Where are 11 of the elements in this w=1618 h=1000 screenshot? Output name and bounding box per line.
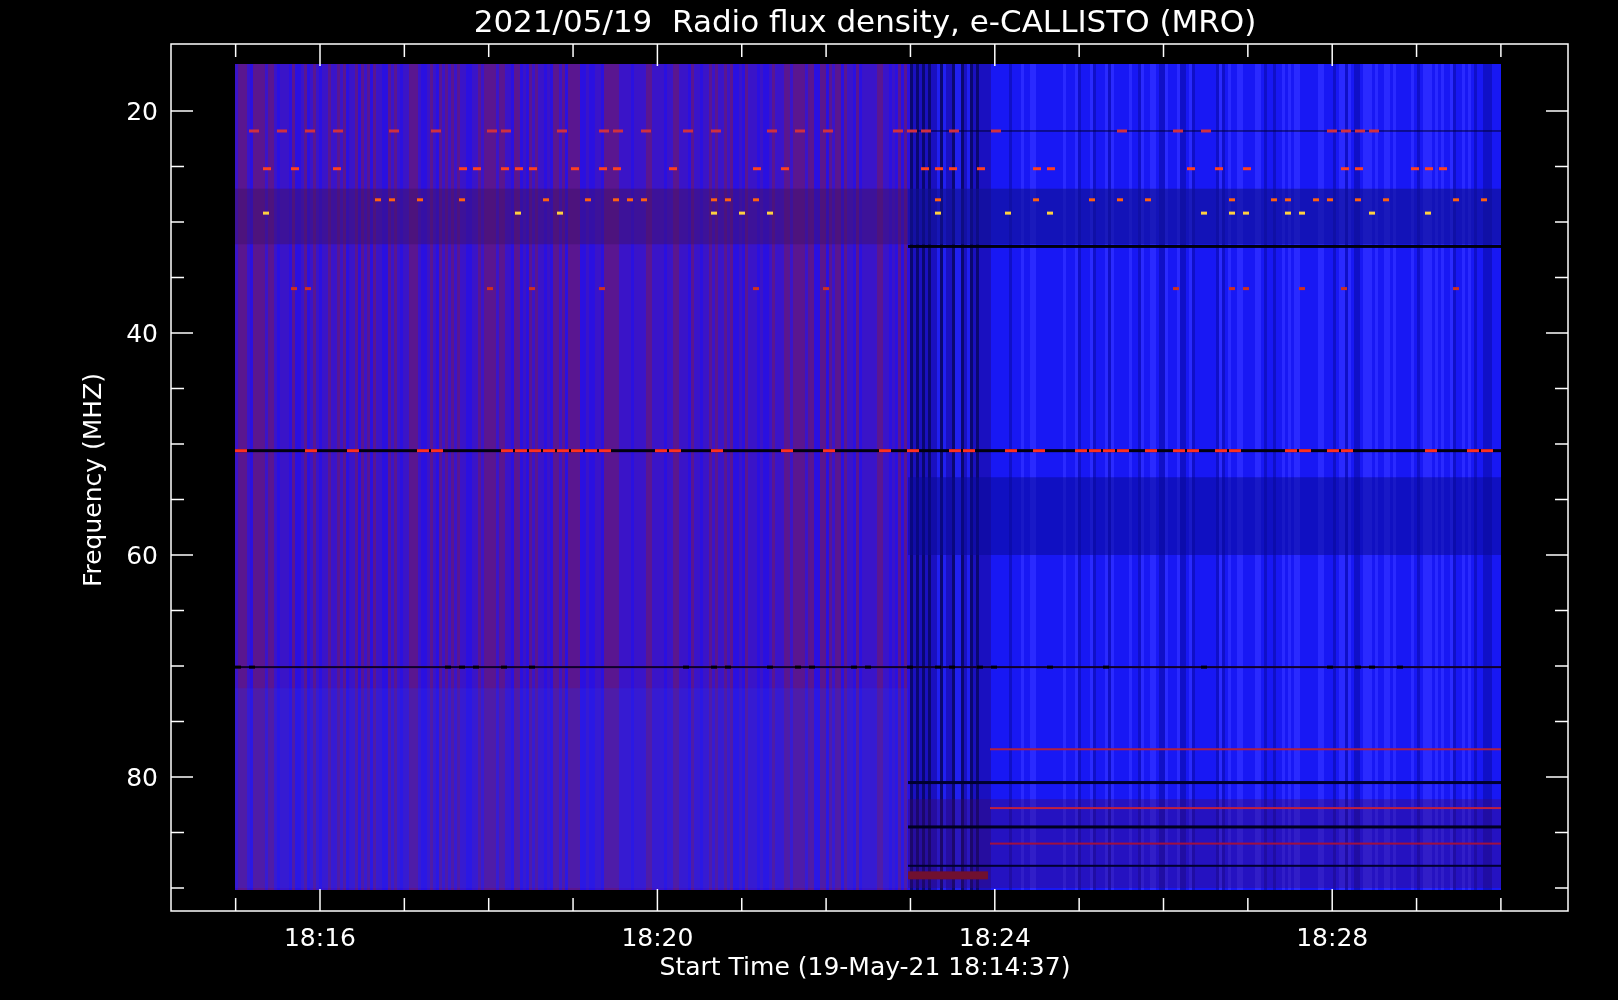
tick-label: 60 <box>126 541 158 570</box>
tick-label: 18:24 <box>958 923 1031 952</box>
tick-label: 80 <box>126 763 158 792</box>
tick-label: 18:20 <box>621 923 694 952</box>
y-axis-title: Frequency (MHZ) <box>78 372 107 588</box>
tick-label: 40 <box>126 319 158 348</box>
plot-title: 2021/05/19 Radio flux density, e-CALLISTO (MRO) <box>473 3 1257 39</box>
x-axis-title: Start Time (19-May-21 18:14:37) <box>659 952 1071 981</box>
tick-label: 20 <box>126 97 158 126</box>
tick-label: 18:28 <box>1296 923 1369 952</box>
tick-label: 18:16 <box>284 923 356 952</box>
